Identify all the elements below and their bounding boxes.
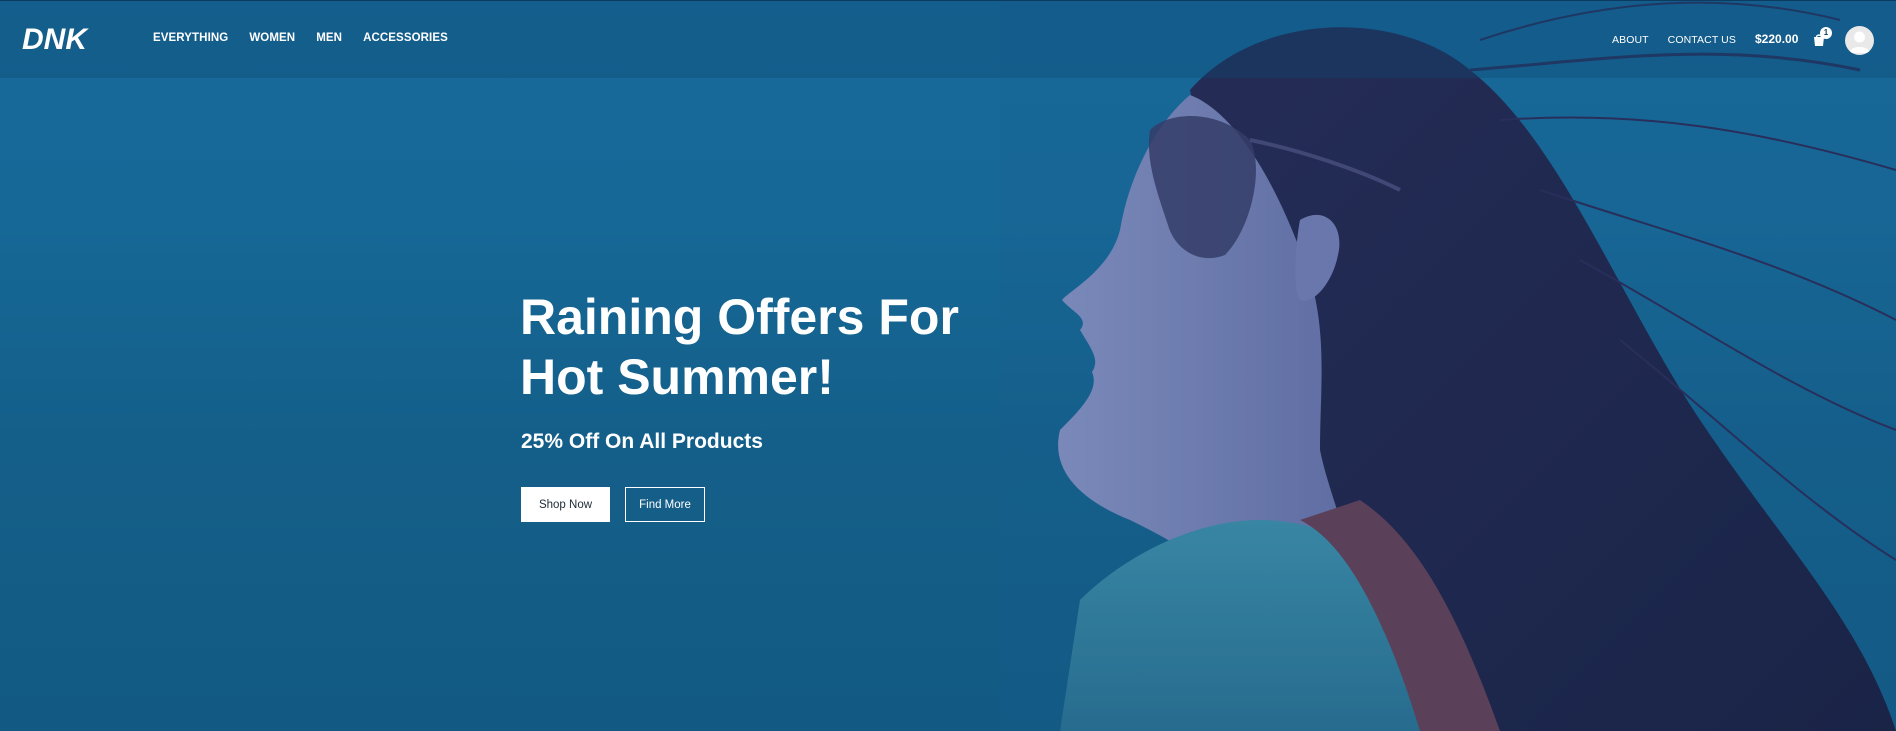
secondary-nav: ABOUT CONTACT US	[1612, 34, 1736, 46]
logo-text: DNK	[22, 23, 89, 56]
hero-image	[1000, 0, 1896, 731]
brand-logo[interactable]: DNK	[22, 19, 110, 59]
nav-men[interactable]: MEN	[316, 32, 342, 44]
site-header: DNK EVERYTHING WOMEN MEN ACCESSORIES ABO…	[0, 0, 1896, 78]
nav-contact-us[interactable]: CONTACT US	[1668, 34, 1736, 46]
find-more-button[interactable]: Find More	[625, 487, 705, 522]
primary-nav: EVERYTHING WOMEN MEN ACCESSORIES	[153, 32, 448, 44]
hero-banner: DNK EVERYTHING WOMEN MEN ACCESSORIES ABO…	[0, 0, 1896, 731]
nav-everything[interactable]: EVERYTHING	[153, 32, 228, 44]
nav-women[interactable]: WOMEN	[249, 32, 295, 44]
nav-about[interactable]: ABOUT	[1612, 34, 1649, 46]
hero-headline: Raining Offers For Hot Summer!	[520, 289, 959, 405]
cart-total[interactable]: $220.00	[1755, 32, 1798, 46]
hero-subheadline: 25% Off On All Products	[521, 430, 763, 453]
cart-count-badge: 1	[1820, 27, 1832, 39]
shop-now-button[interactable]: Shop Now	[521, 487, 610, 522]
nav-accessories[interactable]: ACCESSORIES	[363, 32, 448, 44]
user-avatar-icon[interactable]	[1845, 26, 1874, 55]
